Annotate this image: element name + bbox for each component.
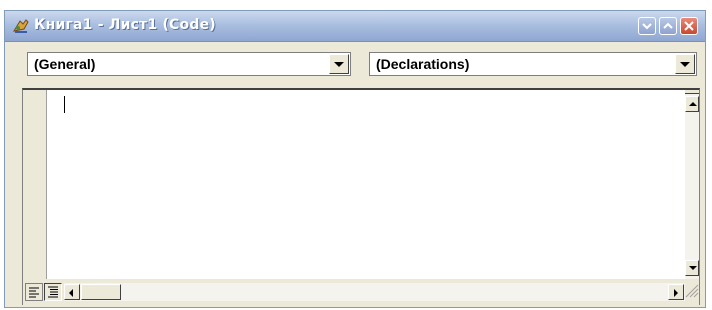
full-module-view-icon — [48, 286, 58, 298]
window-title: Книга1 - Лист1 (Code) — [34, 17, 216, 33]
scroll-right-button[interactable] — [668, 284, 684, 300]
resize-grip-icon[interactable] — [685, 283, 699, 301]
vba-code-window-icon — [12, 17, 30, 35]
chevron-down-icon — [680, 62, 690, 67]
close-icon — [684, 21, 694, 31]
procedure-view-button[interactable] — [25, 283, 43, 301]
object-combo-value: (General) — [34, 56, 96, 72]
full-module-view-button[interactable] — [44, 283, 62, 301]
scroll-down-button[interactable] — [685, 260, 699, 276]
margin-indicator-bar[interactable] — [23, 90, 47, 279]
bottom-bar — [23, 279, 699, 305]
vertical-scrollbar[interactable] — [685, 90, 699, 279]
arrow-right-icon — [674, 289, 678, 297]
code-window: Книга1 - Лист1 (Code) (General) (Declara… — [4, 10, 706, 308]
maximize-icon — [663, 22, 673, 29]
code-editor[interactable] — [47, 90, 685, 279]
minimize-button[interactable] — [638, 17, 656, 35]
close-button[interactable] — [680, 17, 698, 35]
arrow-down-icon — [689, 266, 697, 270]
horizontal-scrollbar[interactable] — [64, 283, 685, 301]
minimize-icon — [642, 23, 652, 30]
object-combo-dropdown-button[interactable] — [329, 54, 349, 74]
scroll-left-button[interactable] — [64, 284, 80, 300]
object-combo[interactable]: (General) — [27, 52, 351, 76]
arrow-up-icon — [689, 102, 697, 106]
horizontal-scroll-thumb[interactable] — [81, 284, 121, 300]
title-bar[interactable]: Книга1 - Лист1 (Code) — [5, 11, 705, 42]
arrow-left-icon — [69, 289, 73, 297]
procedure-combo[interactable]: (Declarations) — [369, 52, 697, 76]
chevron-down-icon — [334, 62, 344, 67]
split-bar-handle[interactable] — [685, 90, 699, 94]
scroll-up-button[interactable] — [685, 96, 699, 112]
code-pane — [22, 88, 700, 305]
maximize-button[interactable] — [659, 17, 677, 35]
procedure-combo-value: (Declarations) — [376, 56, 470, 72]
procedure-combo-dropdown-button[interactable] — [675, 54, 695, 74]
text-cursor — [64, 96, 65, 113]
procedure-view-icon — [29, 287, 39, 298]
